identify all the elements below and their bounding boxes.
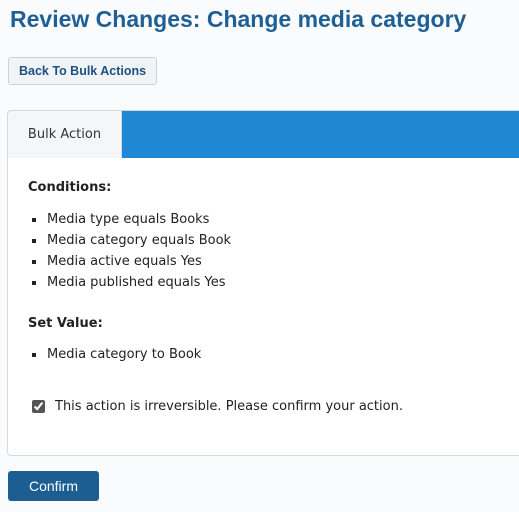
tab-bulk-action[interactable]: Bulk Action <box>8 111 122 158</box>
list-item: Media active equals Yes <box>30 251 231 272</box>
list-item: Media type equals Books <box>30 209 231 230</box>
bulk-action-panel: Bulk Action Conditions: Media type equal… <box>7 110 519 456</box>
confirmation-text: This action is irreversible. Please conf… <box>55 399 403 414</box>
confirmation-row[interactable]: This action is irreversible. Please conf… <box>32 399 403 414</box>
conditions-list: Media type equals Books Media category e… <box>30 209 231 293</box>
set-value-heading: Set Value: <box>28 316 103 331</box>
page-title: Review Changes: Change media category <box>10 6 467 32</box>
set-value-list: Media category to Book <box>30 344 201 365</box>
tab-strip: Bulk Action <box>8 111 519 158</box>
list-item: Media category equals Book <box>30 230 231 251</box>
list-item: Media category to Book <box>30 344 201 365</box>
conditions-heading: Conditions: <box>28 180 112 195</box>
confirm-button[interactable]: Confirm <box>8 471 99 501</box>
confirm-checkbox[interactable] <box>32 400 45 413</box>
list-item: Media published equals Yes <box>30 272 231 293</box>
review-changes-page: Review Changes: Change media category Ba… <box>0 0 519 512</box>
back-to-bulk-actions-button[interactable]: Back To Bulk Actions <box>8 57 158 85</box>
